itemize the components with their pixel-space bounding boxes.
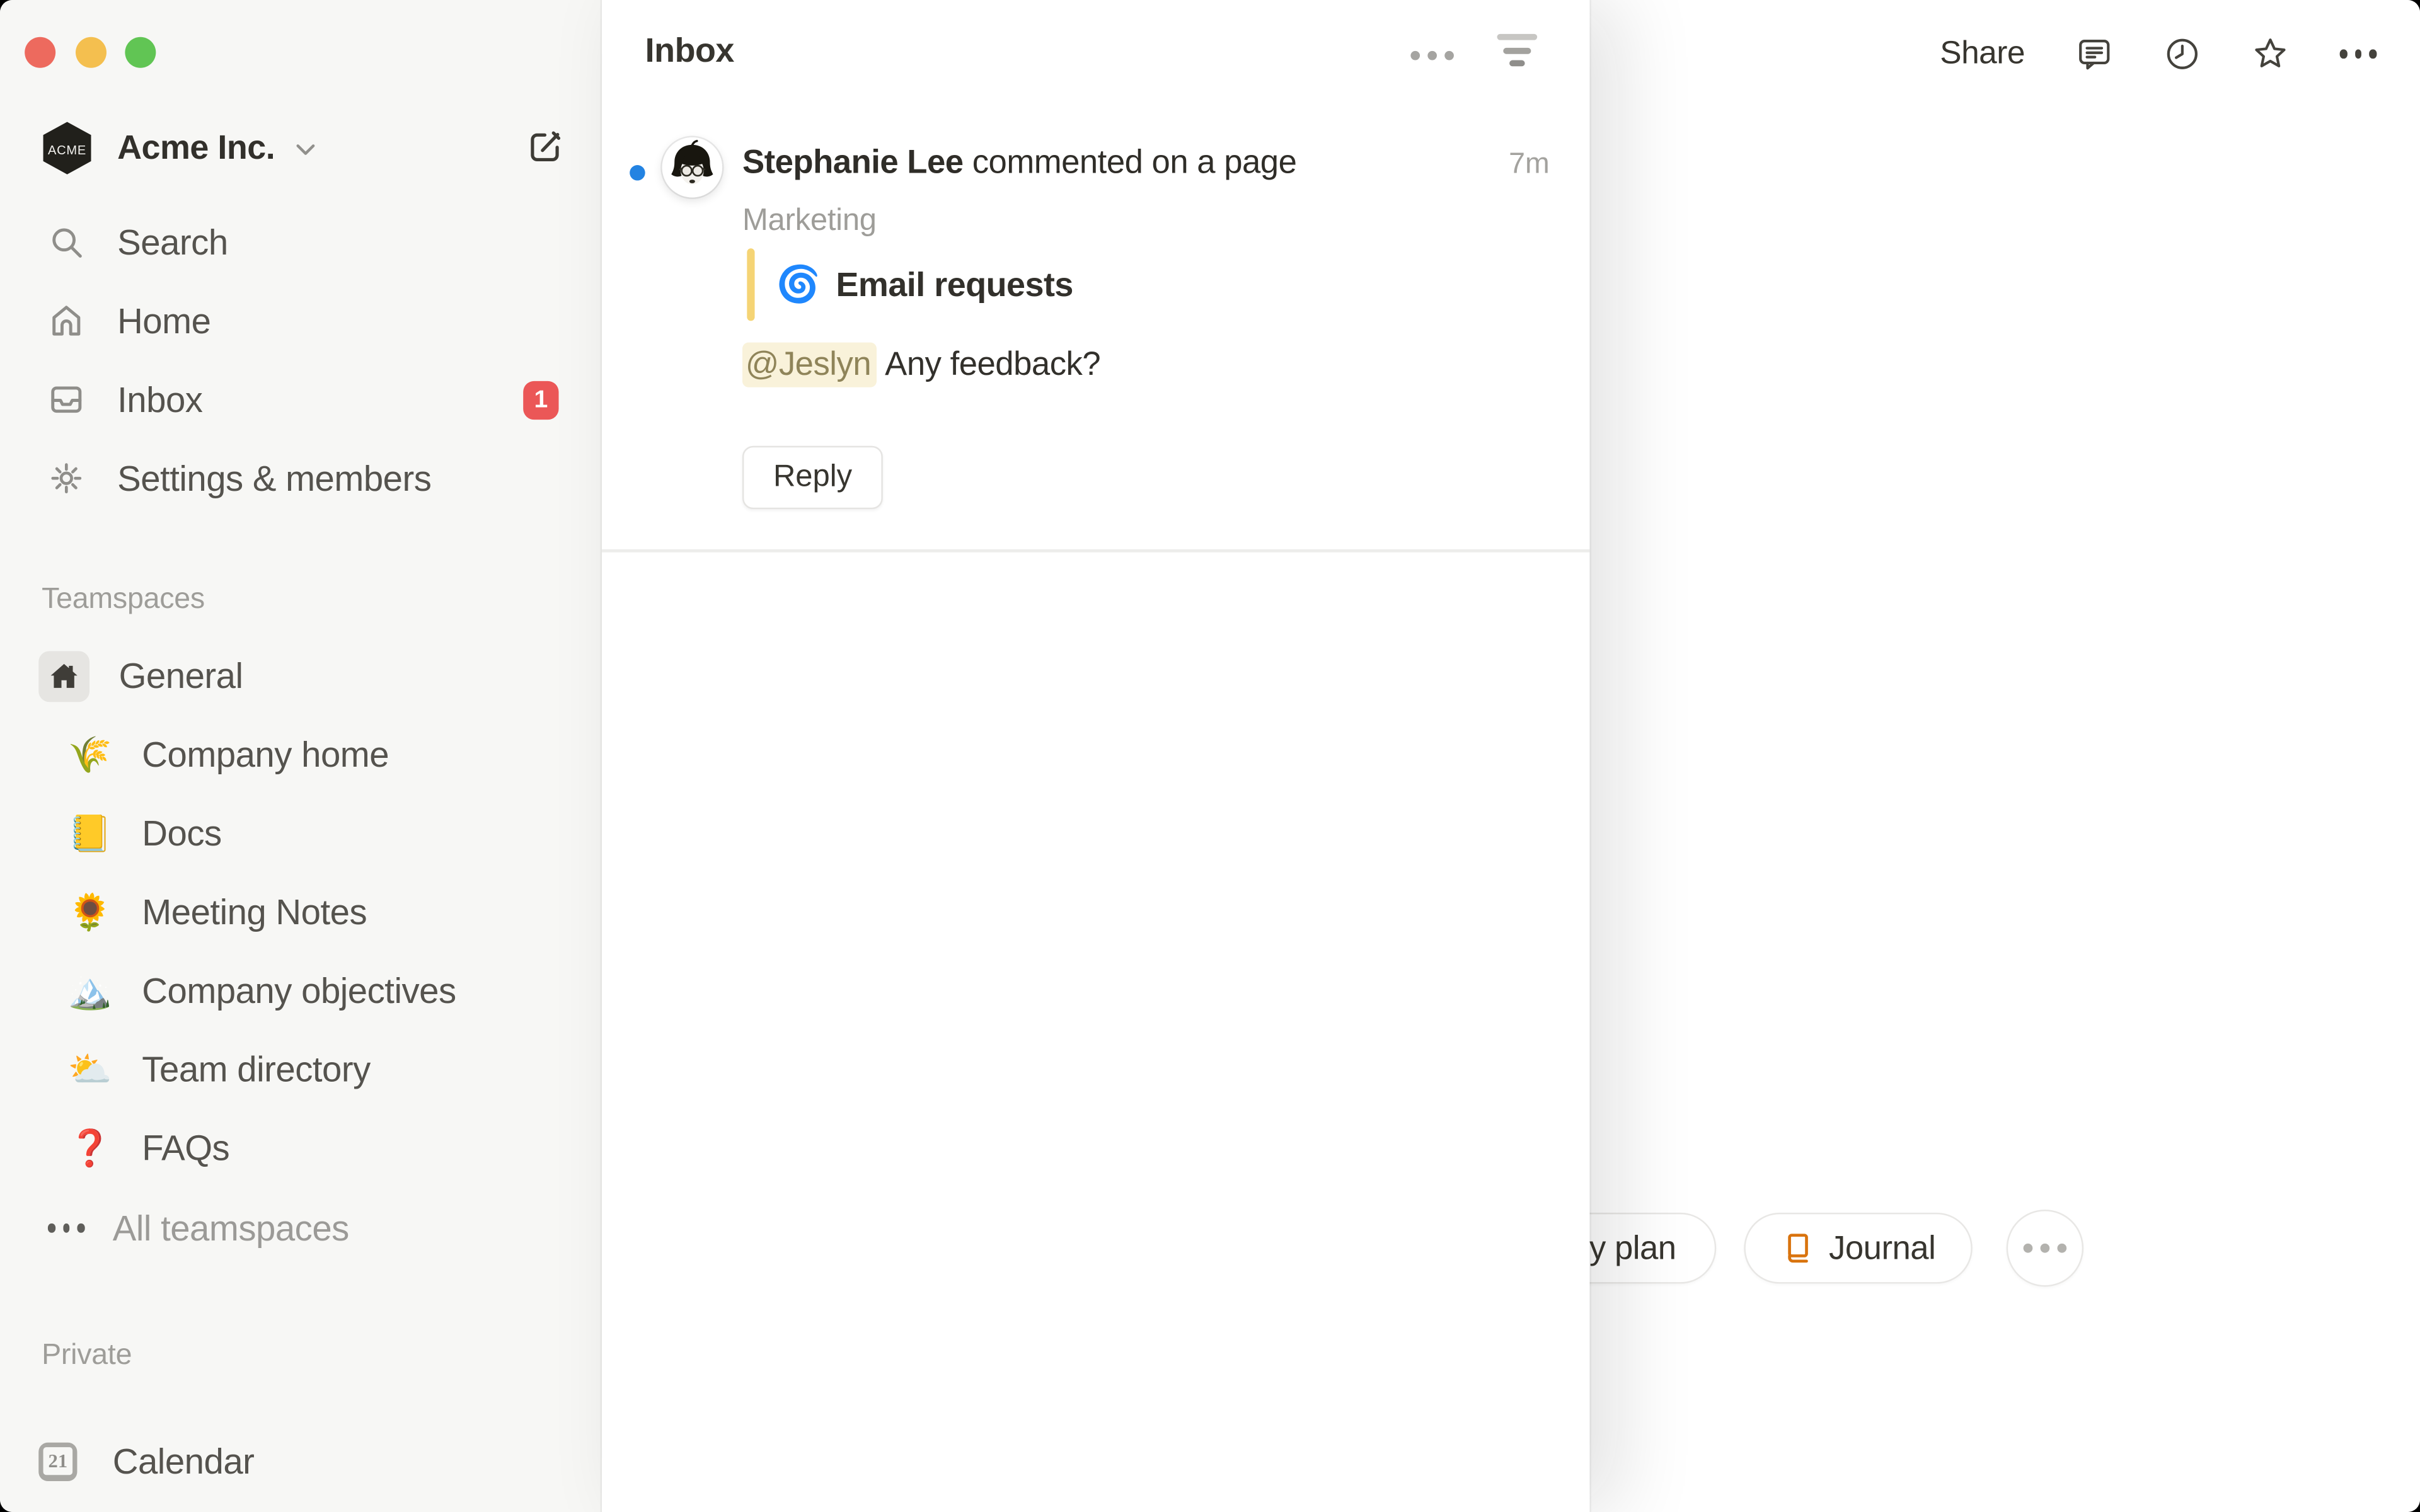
sidebar-item-label: Company home	[142, 733, 389, 775]
window-minimize-button[interactable]	[76, 37, 107, 68]
sidebar-item-inbox[interactable]: Inbox 1	[13, 363, 590, 437]
comment-body: Any feedback?	[885, 346, 1100, 383]
ellipsis-icon[interactable]	[1402, 43, 1463, 68]
notion-window: ACME Acme Inc. Search	[0, 0, 2420, 1512]
sidebar-item-label: Docs	[142, 812, 221, 854]
inbox-title: Inbox	[645, 31, 734, 71]
template-journal-button[interactable]: Journal	[1744, 1213, 1973, 1284]
sidebar-item-all-teamspaces[interactable]: All teamspaces	[13, 1191, 590, 1266]
sidebar-item-label: Inbox	[117, 379, 202, 420]
ledger-emoji: 📒	[68, 813, 108, 854]
share-button[interactable]: Share	[1940, 35, 2025, 72]
quote-bar	[747, 248, 754, 321]
chevron-down-icon	[293, 137, 318, 162]
sidebar-item-label: Calendar	[113, 1440, 255, 1482]
workspace-switcher[interactable]: ACME Acme Inc.	[13, 111, 590, 185]
page-link-title: Email requests	[836, 265, 1073, 305]
workspace-name: Acme Inc.	[117, 128, 275, 168]
sidebar-item-label: Company objectives	[142, 970, 456, 1011]
svg-text:ACME: ACME	[48, 144, 86, 158]
inbox-unread-badge: 1	[523, 381, 558, 420]
sun-behind-cloud-emoji: ⛅	[68, 1049, 108, 1089]
sidebar-item-search[interactable]: Search	[13, 205, 590, 280]
page-topbar: Share	[1940, 31, 2377, 77]
sunflower-emoji: 🌻	[68, 892, 108, 932]
notification-context: Marketing	[742, 203, 877, 239]
page-link-quote[interactable]: 🌀 Email requests	[747, 248, 1073, 321]
sidebar-item-company-home[interactable]: 🌾 Company home	[13, 718, 590, 792]
sidebar-item-team-directory[interactable]: ⛅ Team directory	[13, 1032, 590, 1106]
sidebar-item-label: All teamspaces	[113, 1207, 349, 1249]
compose-icon[interactable]	[525, 127, 567, 168]
filter-icon[interactable]	[1494, 34, 1540, 74]
calendar-day-number: 21	[43, 1447, 73, 1475]
journal-book-icon	[1781, 1231, 1815, 1265]
clock-icon[interactable]	[2164, 35, 2201, 72]
window-close-button[interactable]	[25, 37, 55, 68]
template-plan-label: y plan	[1589, 1229, 1676, 1268]
notification-title: Stephanie Lee commented on a page	[742, 144, 1406, 182]
template-journal-label: Journal	[1829, 1229, 1935, 1268]
sidebar-item-home[interactable]: Home	[13, 284, 590, 358]
sidebar-item-meeting-notes[interactable]: 🌻 Meeting Notes	[13, 875, 590, 949]
sidebar-item-calendar[interactable]: 21 Calendar	[13, 1424, 590, 1498]
sidebar-item-docs[interactable]: 📒 Docs	[13, 796, 590, 871]
sidebar-item-general[interactable]: General	[13, 639, 590, 713]
inbox-tray-icon	[48, 381, 85, 418]
home-icon	[48, 302, 85, 340]
gear-icon	[48, 460, 85, 497]
sidebar-item-label: Search	[117, 221, 228, 263]
sidebar-item-label: Meeting Notes	[142, 891, 367, 932]
actor-name: Stephanie Lee	[742, 144, 964, 181]
sidebar-item-label: FAQs	[142, 1127, 229, 1169]
inbox-divider	[602, 549, 1589, 552]
sheaf-of-rice-emoji: 🌾	[68, 735, 108, 775]
reply-label: Reply	[773, 460, 852, 495]
inbox-popover: Inbox Stephanie Lee commented on a page	[602, 0, 1589, 1512]
cyclone-emoji: 🌀	[776, 264, 821, 306]
mountain-emoji: 🏔️	[68, 970, 108, 1011]
workspace-hexagon-logo: ACME	[40, 120, 95, 176]
sidebar-item-faqs[interactable]: ❓ FAQs	[13, 1111, 590, 1185]
reply-button[interactable]: Reply	[742, 446, 883, 509]
unread-dot	[630, 165, 645, 180]
comment-icon[interactable]	[2076, 35, 2113, 72]
teamspaces-section-header: Teamspaces	[42, 583, 205, 617]
sidebar-item-label: Team directory	[142, 1048, 371, 1090]
sidebar: ACME Acme Inc. Search	[0, 0, 602, 1512]
sidebar-item-label: Settings & members	[117, 457, 431, 499]
stephanie-lee-avatar	[662, 137, 723, 198]
notification-action: commented on a page	[964, 144, 1297, 181]
house-glyph-icon	[38, 650, 89, 701]
question-mark-emoji: ❓	[68, 1128, 108, 1168]
template-more-button[interactable]	[2007, 1210, 2083, 1286]
ellipsis-icon	[48, 1210, 85, 1247]
private-section-header: Private	[42, 1339, 132, 1373]
search-icon	[48, 224, 85, 261]
user-mention[interactable]: @Jeslyn	[742, 343, 877, 387]
sidebar-item-label: Home	[117, 300, 210, 341]
window-zoom-button[interactable]	[125, 37, 156, 68]
star-icon[interactable]	[2252, 35, 2289, 72]
ellipsis-icon[interactable]	[2340, 35, 2377, 72]
notification-time: 7m	[1509, 148, 1550, 182]
sidebar-item-settings[interactable]: Settings & members	[13, 441, 590, 515]
sidebar-item-company-objectives[interactable]: 🏔️ Company objectives	[13, 953, 590, 1028]
calendar-icon: 21	[38, 1442, 77, 1480]
sidebar-item-label: General	[119, 655, 243, 697]
ellipsis-icon	[2024, 1244, 2067, 1253]
comment-text: @JeslynAny feedback?	[742, 346, 1100, 384]
